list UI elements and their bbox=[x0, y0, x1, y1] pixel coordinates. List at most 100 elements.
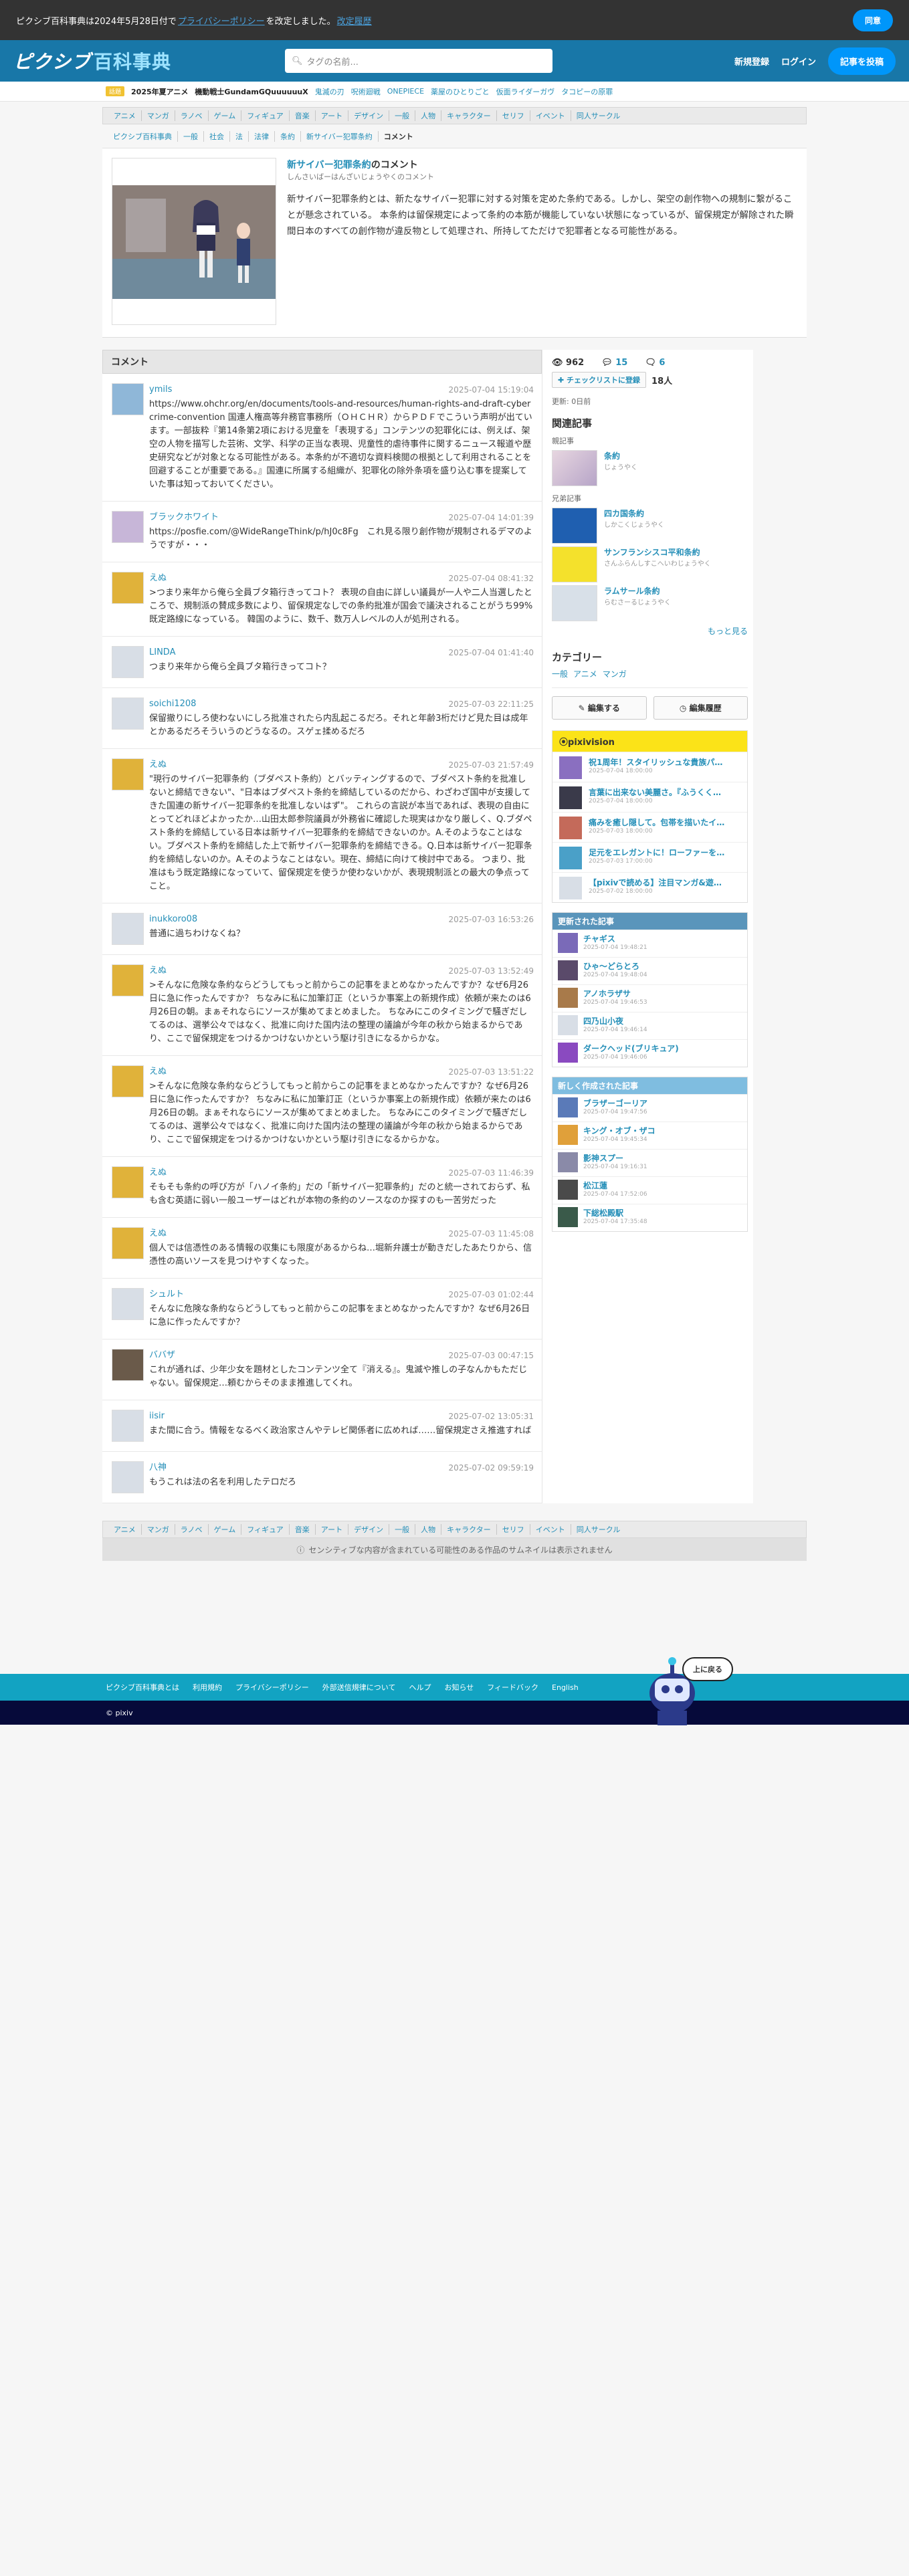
comment-author[interactable]: LINDA bbox=[149, 646, 175, 659]
breadcrumb-item[interactable]: 法律 bbox=[249, 130, 275, 142]
breadcrumb-item[interactable]: 一般 bbox=[178, 130, 204, 142]
comment-author[interactable]: 八神 bbox=[149, 1461, 167, 1475]
footer-link[interactable]: ピクシブ百科事典とは bbox=[106, 1682, 179, 1693]
avatar[interactable] bbox=[112, 511, 144, 543]
comment-author[interactable]: ブラックホワイト bbox=[149, 511, 219, 524]
trend-item[interactable]: タコピーの原罪 bbox=[561, 86, 613, 97]
category-nav-item[interactable]: 人物 bbox=[415, 1524, 442, 1535]
article-list-item[interactable]: チャギス 2025-07-04 19:48:21 bbox=[552, 930, 747, 957]
search-box[interactable]: 🔍︎ タグの名前... bbox=[285, 49, 553, 73]
pixivision-item[interactable]: 足元をエレガントに！ローファーを… 2025-07-03 17:00:00 bbox=[552, 842, 747, 872]
footer-link[interactable]: お知らせ bbox=[444, 1682, 474, 1693]
avatar[interactable] bbox=[112, 572, 144, 604]
trend-item[interactable]: 仮面ライダーガヴ bbox=[496, 86, 555, 97]
comment-author[interactable]: えぬ bbox=[149, 758, 167, 772]
comment-author[interactable]: えぬ bbox=[149, 1227, 167, 1241]
footer-link[interactable]: 利用規約 bbox=[193, 1682, 222, 1693]
category-nav-item[interactable]: ラノベ bbox=[175, 1524, 209, 1535]
article-list-item[interactable]: 松江蓮 2025-07-04 17:52:06 bbox=[552, 1176, 747, 1204]
pixivision-item[interactable]: 痛みを癒し隠して。包帯を描いたイ… 2025-07-03 18:00:00 bbox=[552, 812, 747, 842]
avatar[interactable] bbox=[112, 646, 144, 678]
category-nav-item[interactable]: 同人サークル bbox=[571, 1524, 626, 1535]
comment-author[interactable]: ymils bbox=[149, 383, 172, 397]
article-title-link[interactable]: 新サイバー犯罪条約 bbox=[287, 160, 371, 171]
login-link[interactable]: ログイン bbox=[781, 55, 816, 68]
breadcrumb-item[interactable]: 法 bbox=[230, 130, 249, 142]
avatar[interactable] bbox=[112, 697, 144, 730]
comment-author[interactable]: えぬ bbox=[149, 1065, 167, 1079]
search-input[interactable]: タグの名前... bbox=[307, 55, 359, 68]
avatar[interactable] bbox=[112, 1166, 144, 1198]
category-nav-item[interactable]: 人物 bbox=[415, 110, 442, 121]
article-list-item[interactable]: ダークヘッド(ブリキュア) 2025-07-04 19:46:06 bbox=[552, 1039, 747, 1067]
category-nav-item[interactable]: フィギュア bbox=[241, 110, 290, 121]
comment-author[interactable]: えぬ bbox=[149, 572, 167, 585]
category-nav-item[interactable]: イベント bbox=[530, 110, 571, 121]
category-nav-item[interactable]: イベント bbox=[530, 1524, 571, 1535]
avatar[interactable] bbox=[112, 1349, 144, 1381]
avatar[interactable] bbox=[112, 758, 144, 790]
privacy-policy-link[interactable]: プライバシーポリシー bbox=[178, 14, 265, 27]
breadcrumb-item[interactable]: 条約 bbox=[275, 130, 301, 142]
write-article-button[interactable]: 記事を投稿 bbox=[827, 47, 896, 75]
back-to-top-button[interactable]: 上に戻る bbox=[682, 1657, 733, 1681]
category-nav-item[interactable]: アニメ bbox=[108, 1524, 142, 1535]
comment-count[interactable]: 💬︎ 15 bbox=[601, 358, 627, 368]
category-nav-item[interactable]: アート bbox=[316, 1524, 349, 1535]
footer-link[interactable]: 外部送信規律について bbox=[322, 1682, 396, 1693]
more-related-link[interactable]: もっと見る bbox=[708, 627, 748, 636]
comment-author[interactable]: シュルト bbox=[149, 1288, 184, 1301]
pixivision-item[interactable]: 言葉に出来ない美麗さ。『ふうくく… 2025-07-04 18:00:00 bbox=[552, 782, 747, 812]
trend-item[interactable]: 薬屋のひとりごと bbox=[431, 86, 490, 97]
comment-author[interactable]: soichi1208 bbox=[149, 697, 196, 711]
article-list-item[interactable]: 影神スプー 2025-07-04 19:16:31 bbox=[552, 1149, 747, 1176]
avatar[interactable] bbox=[112, 1065, 144, 1097]
avatar[interactable] bbox=[112, 913, 144, 945]
avatar[interactable] bbox=[112, 1410, 144, 1442]
comment-author[interactable]: えぬ bbox=[149, 1166, 167, 1180]
article-list-item[interactable]: 下総松殿駅 2025-07-04 17:35:48 bbox=[552, 1204, 747, 1231]
category-nav-item[interactable]: アニメ bbox=[108, 110, 142, 121]
related-article[interactable]: 条約 じょうやく bbox=[552, 449, 748, 488]
category-nav-item[interactable]: セリフ bbox=[497, 1524, 530, 1535]
edit-button[interactable]: ✎ 編集する bbox=[552, 696, 647, 720]
pic-count[interactable]: 🗨︎ 6 bbox=[645, 358, 665, 368]
category-link[interactable]: マンガ bbox=[603, 668, 627, 679]
related-article[interactable]: サンフランシスコ平和条約 さんふらんしすこへいわじょうやく bbox=[552, 545, 748, 584]
edit-history-button[interactable]: ◷ 編集履歴 bbox=[653, 696, 748, 720]
article-list-item[interactable]: 四乃山小夜 2025-07-04 19:46:14 bbox=[552, 1012, 747, 1039]
pixivision-header[interactable]: ⦿pixivision bbox=[552, 731, 747, 752]
avatar[interactable] bbox=[112, 1288, 144, 1320]
footer-link[interactable]: English bbox=[552, 1683, 579, 1692]
category-nav-item[interactable]: 音楽 bbox=[290, 1524, 316, 1535]
trend-item[interactable]: 機動戦士GundamGQuuuuuuX bbox=[195, 86, 308, 97]
pixivision-item[interactable]: 【pixivで読める】注目マンガ&遊… 2025-07-02 18:00:00 bbox=[552, 872, 747, 902]
revision-history-link[interactable]: 改定履歴 bbox=[337, 14, 372, 27]
comment-author[interactable]: ババザ bbox=[149, 1349, 175, 1362]
category-nav-item[interactable]: キャラクター bbox=[441, 110, 497, 121]
trend-item[interactable]: 2025年夏アニメ bbox=[131, 86, 188, 97]
breadcrumb-item[interactable]: 社会 bbox=[204, 130, 230, 142]
category-nav-item[interactable]: フィギュア bbox=[241, 1524, 290, 1535]
category-nav-item[interactable]: ゲーム bbox=[209, 1524, 242, 1535]
article-list-item[interactable]: キング・オブ・ザコ 2025-07-04 19:45:34 bbox=[552, 1121, 747, 1149]
breadcrumb-item[interactable]: 新サイバー犯罪条約 bbox=[301, 130, 379, 142]
category-nav-item[interactable]: デザイン bbox=[348, 1524, 390, 1535]
pixivision-item[interactable]: 祝1周年！スタイリッシュな貴族パ… 2025-07-04 18:00:00 bbox=[552, 752, 747, 782]
category-nav-item[interactable]: 音楽 bbox=[290, 110, 316, 121]
avatar[interactable] bbox=[112, 1227, 144, 1259]
trend-item[interactable]: ONEPIECE bbox=[387, 87, 424, 96]
avatar[interactable] bbox=[112, 964, 144, 996]
category-nav-item[interactable]: 一般 bbox=[389, 110, 416, 121]
avatar[interactable] bbox=[112, 383, 144, 415]
category-nav-item[interactable]: 一般 bbox=[389, 1524, 416, 1535]
comment-author[interactable]: えぬ bbox=[149, 964, 167, 978]
agree-button[interactable]: 同意 bbox=[852, 9, 893, 31]
comment-author[interactable]: inukkoro08 bbox=[149, 913, 197, 926]
category-nav-item[interactable]: 同人サークル bbox=[571, 110, 626, 121]
category-nav-item[interactable]: マンガ bbox=[142, 1524, 175, 1535]
related-article[interactable]: 四カ国条約 しかこくじょうやく bbox=[552, 506, 748, 545]
checklist-button[interactable]: ✚ チェックリストに登録 bbox=[552, 372, 647, 388]
trend-item[interactable]: 鬼滅の刃 bbox=[315, 86, 344, 97]
category-nav-item[interactable]: デザイン bbox=[348, 110, 390, 121]
